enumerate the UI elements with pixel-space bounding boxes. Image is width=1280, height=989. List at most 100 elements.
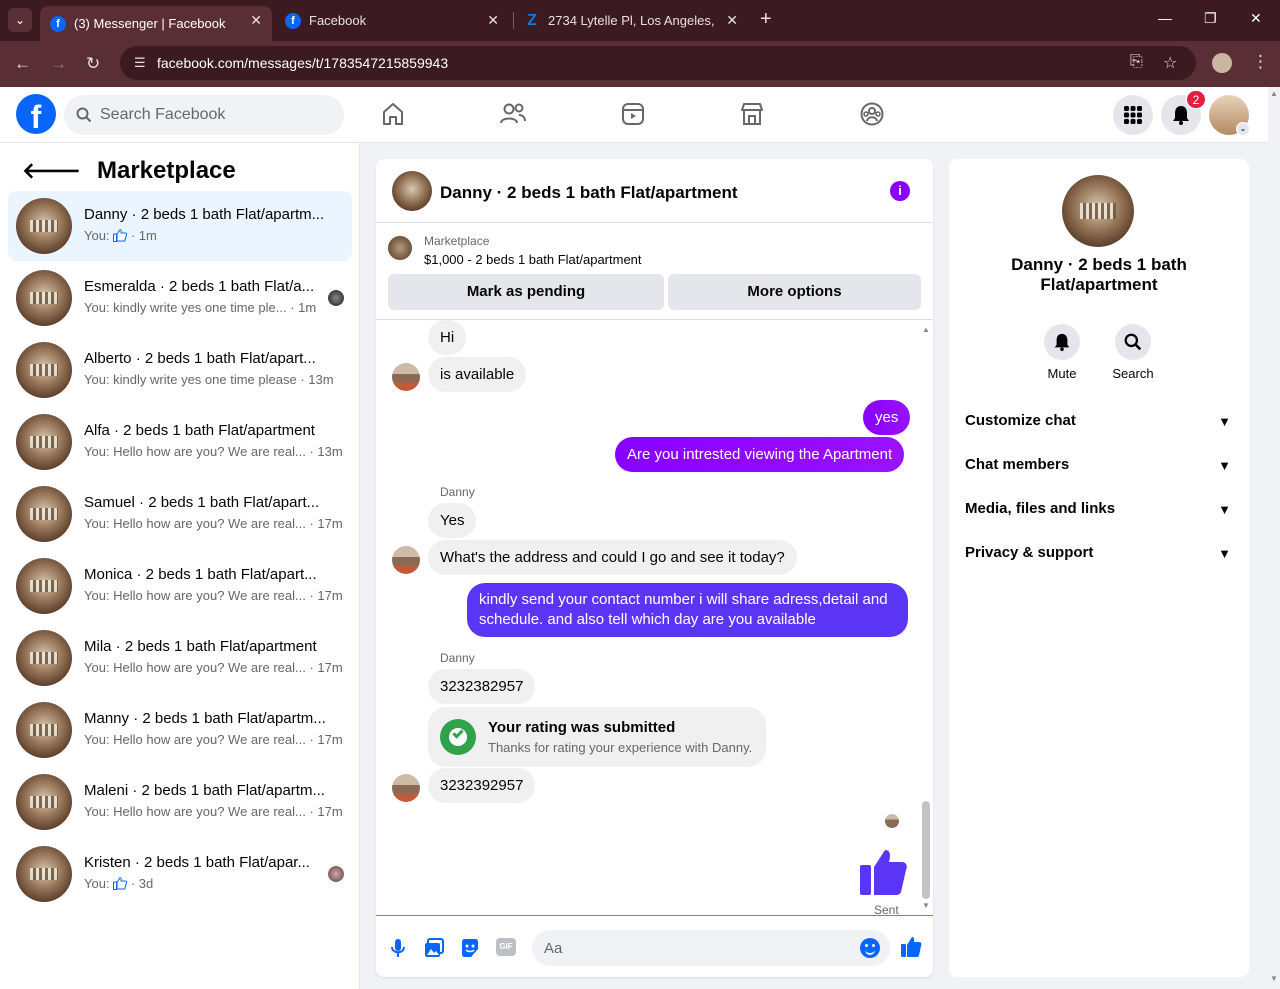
snippet-text: You: Hello how are you? We are real... xyxy=(84,588,306,603)
info-icon[interactable]: i xyxy=(890,181,910,201)
marketplace-title: Marketplace xyxy=(97,157,236,184)
close-tab-icon[interactable]: ✕ xyxy=(250,12,262,29)
new-tab-button[interactable]: + xyxy=(760,9,772,29)
scroll-down-icon[interactable]: ▼ xyxy=(1270,974,1278,983)
message-input-box[interactable] xyxy=(532,930,890,966)
chevron-down-icon: ▼ xyxy=(1218,546,1231,561)
tab-search-menu[interactable]: ⌄ xyxy=(8,8,32,32)
tab-title: (3) Messenger | Facebook xyxy=(74,16,226,31)
mark-as-pending-button[interactable]: Mark as pending xyxy=(388,274,664,310)
conversation-snippet: You: kindly write yes one time ple... · … xyxy=(84,300,316,315)
microphone-icon[interactable] xyxy=(388,938,408,958)
listing-thumbnail[interactable] xyxy=(388,236,412,260)
scroll-up-icon[interactable]: ▲ xyxy=(1270,89,1278,98)
chat-members-row[interactable]: Chat members ▼ xyxy=(965,456,1235,480)
mute-label: Mute xyxy=(1047,366,1077,381)
tab-facebook[interactable]: f Facebook ✕ xyxy=(275,6,509,35)
tab-messenger[interactable]: f (3) Messenger | Facebook ✕ xyxy=(40,6,272,41)
install-app-icon[interactable]: ⎘ xyxy=(1130,53,1143,71)
chat-title[interactable]: Danny · 2 beds 1 bath Flat/apartment xyxy=(440,183,738,203)
search-input[interactable] xyxy=(100,95,330,135)
restore-icon[interactable]: ❐ xyxy=(1204,10,1217,27)
incoming-message: What's the address and could I go and se… xyxy=(428,540,797,575)
reload-icon[interactable]: ↻ xyxy=(86,54,100,74)
conversation-item[interactable]: Alberto · 2 beds 1 bath Flat/apart... Yo… xyxy=(8,335,352,405)
chevron-down-icon: ▼ xyxy=(1218,502,1231,517)
facebook-icon: f xyxy=(285,12,301,29)
conversation-item[interactable]: Samuel · 2 beds 1 bath Flat/apart... You… xyxy=(8,479,352,549)
customize-chat-row[interactable]: Customize chat ▼ xyxy=(965,412,1235,436)
conversation-item[interactable]: Kristen · 2 beds 1 bath Flat/apar... You… xyxy=(8,839,352,909)
forward-arrow-icon[interactable]: → xyxy=(50,54,67,74)
thumbs-up-icon[interactable] xyxy=(900,936,922,957)
sticker-icon[interactable] xyxy=(460,938,480,958)
large-thumbs-up-icon xyxy=(858,847,908,902)
gif-icon[interactable]: GIF xyxy=(496,938,516,958)
thumbs-up-icon xyxy=(113,877,128,890)
search-in-chat-button[interactable]: Search xyxy=(1098,324,1168,381)
listing-title[interactable]: $1,000 - 2 beds 1 bath Flat/apartment xyxy=(424,252,642,267)
address-bar[interactable]: ☰ facebook.com/messages/t/17835472158599… xyxy=(120,46,1196,80)
back-arrow-icon[interactable]: ← xyxy=(14,54,31,74)
media-files-links-row[interactable]: Media, files and links ▼ xyxy=(965,500,1235,524)
chevron-down-icon: ▼ xyxy=(1218,458,1231,473)
conversation-name: Manny · 2 beds 1 bath Flat/apartm... xyxy=(84,710,326,727)
conversation-time: · 17m xyxy=(305,588,343,603)
scroll-down-icon[interactable]: ▼ xyxy=(922,901,930,910)
marketplace-icon[interactable] xyxy=(737,99,767,129)
photo-icon[interactable] xyxy=(424,938,444,958)
mute-button[interactable]: Mute xyxy=(1027,324,1097,381)
browser-profile-avatar[interactable] xyxy=(1212,53,1232,73)
browser-menu-icon[interactable]: ⋮ xyxy=(1252,52,1269,72)
conversation-time: · 13m xyxy=(305,444,343,459)
you-label: You: xyxy=(84,876,110,891)
conversation-name: Alberto · 2 beds 1 bath Flat/apart... xyxy=(84,350,316,367)
close-tab-icon[interactable]: ✕ xyxy=(726,12,738,29)
video-icon[interactable] xyxy=(618,99,648,129)
bookmark-star-icon[interactable]: ☆ xyxy=(1163,53,1177,73)
conversation-item[interactable]: Danny · 2 beds 1 bath Flat/apartm... You… xyxy=(8,191,352,261)
page-scrollbar[interactable]: ▲ ▼ xyxy=(1268,87,1280,989)
search-box[interactable] xyxy=(64,95,344,135)
close-window-icon[interactable]: ✕ xyxy=(1250,10,1262,27)
emoji-icon[interactable] xyxy=(860,938,880,958)
snippet-text: You: kindly write yes one time ple... xyxy=(84,300,287,315)
back-arrow-icon[interactable]: 🡐 xyxy=(22,158,81,184)
menu-grid-icon[interactable] xyxy=(1113,95,1153,135)
conversation-item[interactable]: Alfa · 2 beds 1 bath Flat/apartment You:… xyxy=(8,407,352,477)
tab-zillow[interactable]: Z 2734 Lytelle Pl, Los Angeles, CA ✕ xyxy=(514,6,748,35)
chat-avatar[interactable] xyxy=(392,171,432,211)
sender-avatar xyxy=(392,363,420,391)
incoming-message: 3232392957 xyxy=(428,768,536,803)
bell-icon[interactable] xyxy=(1044,324,1080,360)
minimize-icon[interactable]: — xyxy=(1158,10,1172,26)
scroll-up-icon[interactable]: ▲ xyxy=(922,325,930,334)
facebook-logo[interactable]: f xyxy=(16,94,56,134)
friends-icon[interactable] xyxy=(498,99,528,129)
row-label: Chat members xyxy=(965,456,1070,473)
conversation-name: Mila · 2 beds 1 bath Flat/apartment xyxy=(84,638,317,655)
chat-scrollbar[interactable]: ▲ ▼ xyxy=(919,321,933,915)
url-text[interactable]: facebook.com/messages/t/1783547215859943 xyxy=(157,55,448,71)
scroll-thumb[interactable] xyxy=(922,801,930,899)
details-avatar[interactable] xyxy=(1062,175,1134,247)
site-info-icon[interactable]: ☰ xyxy=(134,55,146,71)
search-icon[interactable] xyxy=(1115,324,1151,360)
zillow-icon: Z xyxy=(527,11,537,29)
message-thread: Hi is available yes Are you intrested vi… xyxy=(376,320,933,917)
privacy-support-row[interactable]: Privacy & support ▼ xyxy=(965,544,1235,568)
conversation-item[interactable]: Manny · 2 beds 1 bath Flat/apartm... You… xyxy=(8,695,352,765)
conversation-item[interactable]: Esmeralda · 2 beds 1 bath Flat/a... You:… xyxy=(8,263,352,333)
marketplace-listing-bar: Marketplace $1,000 - 2 beds 1 bath Flat/… xyxy=(376,224,933,320)
home-icon[interactable] xyxy=(378,99,408,129)
more-options-button[interactable]: More options xyxy=(668,274,921,310)
check-circle-icon xyxy=(440,719,476,755)
account-chevron-icon[interactable]: ⌄ xyxy=(1236,122,1250,136)
conversation-item[interactable]: Monica · 2 beds 1 bath Flat/apart... You… xyxy=(8,551,352,621)
conversation-item[interactable]: Mila · 2 beds 1 bath Flat/apartment You:… xyxy=(8,623,352,693)
conversation-item[interactable]: Maleni · 2 beds 1 bath Flat/apartm... Yo… xyxy=(8,767,352,837)
groups-icon[interactable] xyxy=(857,99,887,129)
conversation-snippet: You: Hello how are you? We are real... ·… xyxy=(84,804,343,819)
message-input[interactable] xyxy=(544,930,844,966)
close-tab-icon[interactable]: ✕ xyxy=(487,12,499,29)
